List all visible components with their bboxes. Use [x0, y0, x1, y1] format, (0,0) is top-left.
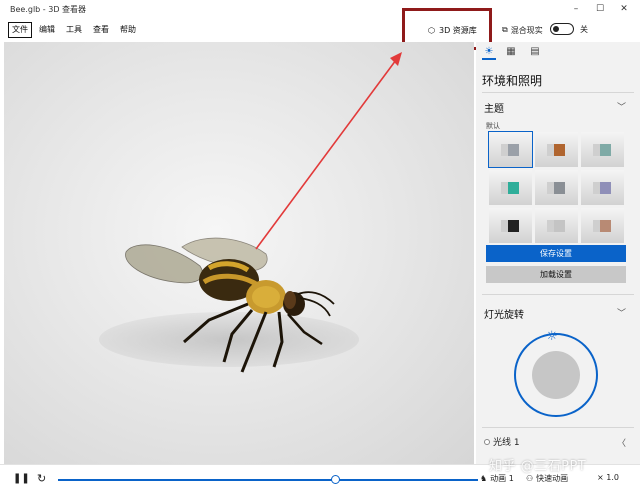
theme-swatch[interactable]: [581, 208, 624, 243]
pointer-arrowhead: [390, 52, 402, 66]
toggle-state-label: 关: [580, 25, 588, 34]
theme-shape: [547, 220, 565, 232]
theme-shape: [547, 182, 565, 194]
theme-swatch[interactable]: [535, 208, 578, 243]
theme-swatch[interactable]: [488, 131, 533, 168]
tab-environment[interactable]: ☀: [482, 46, 496, 60]
theme-swatch[interactable]: [581, 132, 624, 167]
divider: [482, 92, 634, 93]
menu-edit[interactable]: 编辑: [36, 22, 58, 38]
light-ray-item[interactable]: 光线 1: [484, 435, 520, 448]
menu-file[interactable]: 文件: [8, 22, 32, 38]
theme-shape: [501, 220, 519, 232]
chevron-down-icon[interactable]: ﹀: [617, 306, 626, 319]
default-theme-label: 默认: [486, 122, 500, 130]
theme-swatch[interactable]: [489, 170, 532, 205]
theme-swatch[interactable]: [581, 170, 624, 205]
light-rotation-label: 灯光旋转: [484, 310, 524, 321]
theme-swatch[interactable]: [489, 208, 532, 243]
tab-stats[interactable]: ▦: [504, 46, 518, 60]
theme-shape: [547, 144, 565, 156]
mixed-reality-label: 混合现实: [510, 25, 543, 35]
menu-help[interactable]: 帮助: [117, 22, 139, 38]
mixed-reality-icon: ⧉: [502, 25, 508, 34]
menu-bar: 文件 编辑 工具 查看 帮助: [0, 18, 640, 42]
speed-icon: ⚇: [526, 474, 534, 483]
theme-shape: [501, 144, 519, 156]
theme-grid: [488, 131, 630, 243]
theme-swatch[interactable]: [535, 170, 578, 205]
minimize-button[interactable]: –: [564, 0, 588, 18]
theme-swatch[interactable]: [535, 132, 578, 167]
chevron-down-icon[interactable]: ﹀: [617, 100, 626, 113]
theme-shape: [593, 182, 611, 194]
3d-library-label: 3D 资源库: [438, 25, 477, 35]
light-ray-label: 光线 1: [493, 438, 520, 448]
theme-shape: [501, 182, 519, 194]
animation-label: 动画 1: [490, 474, 514, 483]
divider: [482, 427, 634, 428]
dial-knob[interactable]: [532, 351, 580, 399]
pause-icon[interactable]: ❚❚: [13, 473, 30, 484]
3d-library-button[interactable]: ⬡ 3D 资源库: [428, 22, 477, 38]
cube-icon: ⬡: [428, 25, 435, 35]
menu-view[interactable]: 查看: [90, 22, 112, 38]
divider: [482, 294, 634, 295]
animation-icon: ♞: [480, 474, 488, 483]
bee-model[interactable]: [4, 42, 474, 464]
save-settings-button[interactable]: 保存设置: [486, 245, 626, 262]
timeline-thumb[interactable]: [331, 475, 341, 484]
speed-select[interactable]: ⚇ 快速动画: [526, 473, 568, 484]
mixed-reality-button[interactable]: ⧉ 混合现实: [502, 22, 543, 38]
theme-shape: [593, 144, 611, 156]
theme-shape: [593, 220, 611, 232]
loop-icon[interactable]: ↻: [37, 472, 46, 485]
mixed-reality-toggle[interactable]: [550, 23, 574, 35]
close-button[interactable]: ✕: [612, 0, 636, 18]
speed-label: 快速动画: [536, 474, 569, 483]
menu-tools[interactable]: 工具: [63, 22, 85, 38]
panel-title: 环境和照明: [482, 74, 543, 88]
speed-value: × 1.0: [597, 473, 619, 482]
pointer-arrow: [255, 59, 397, 250]
environment-panel: ☀ ▦ ▤ 环境和照明 主题 ﹀ 默认 保存设置 加载设置 灯光旋转 ﹀ ☼ 光…: [476, 42, 640, 464]
load-settings-button[interactable]: 加载设置: [486, 266, 626, 283]
window-title: Bee.glb - 3D 查看器: [10, 5, 87, 14]
timeline-track[interactable]: [58, 479, 478, 481]
title-bar: Bee.glb - 3D 查看器 – ☐ ✕: [0, 0, 640, 18]
3d-viewport[interactable]: [4, 42, 474, 464]
radio-icon: [484, 438, 490, 445]
watermark-text: 知乎 @三石PPT: [489, 459, 587, 474]
theme-section-label: 主题: [484, 104, 504, 115]
animation-select[interactable]: ♞ 动画 1: [480, 473, 514, 484]
chevron-left-icon[interactable]: 〈: [617, 436, 626, 449]
light-rotation-dial[interactable]: [514, 333, 598, 417]
maximize-button[interactable]: ☐: [588, 0, 612, 18]
tab-grid[interactable]: ▤: [528, 46, 542, 60]
